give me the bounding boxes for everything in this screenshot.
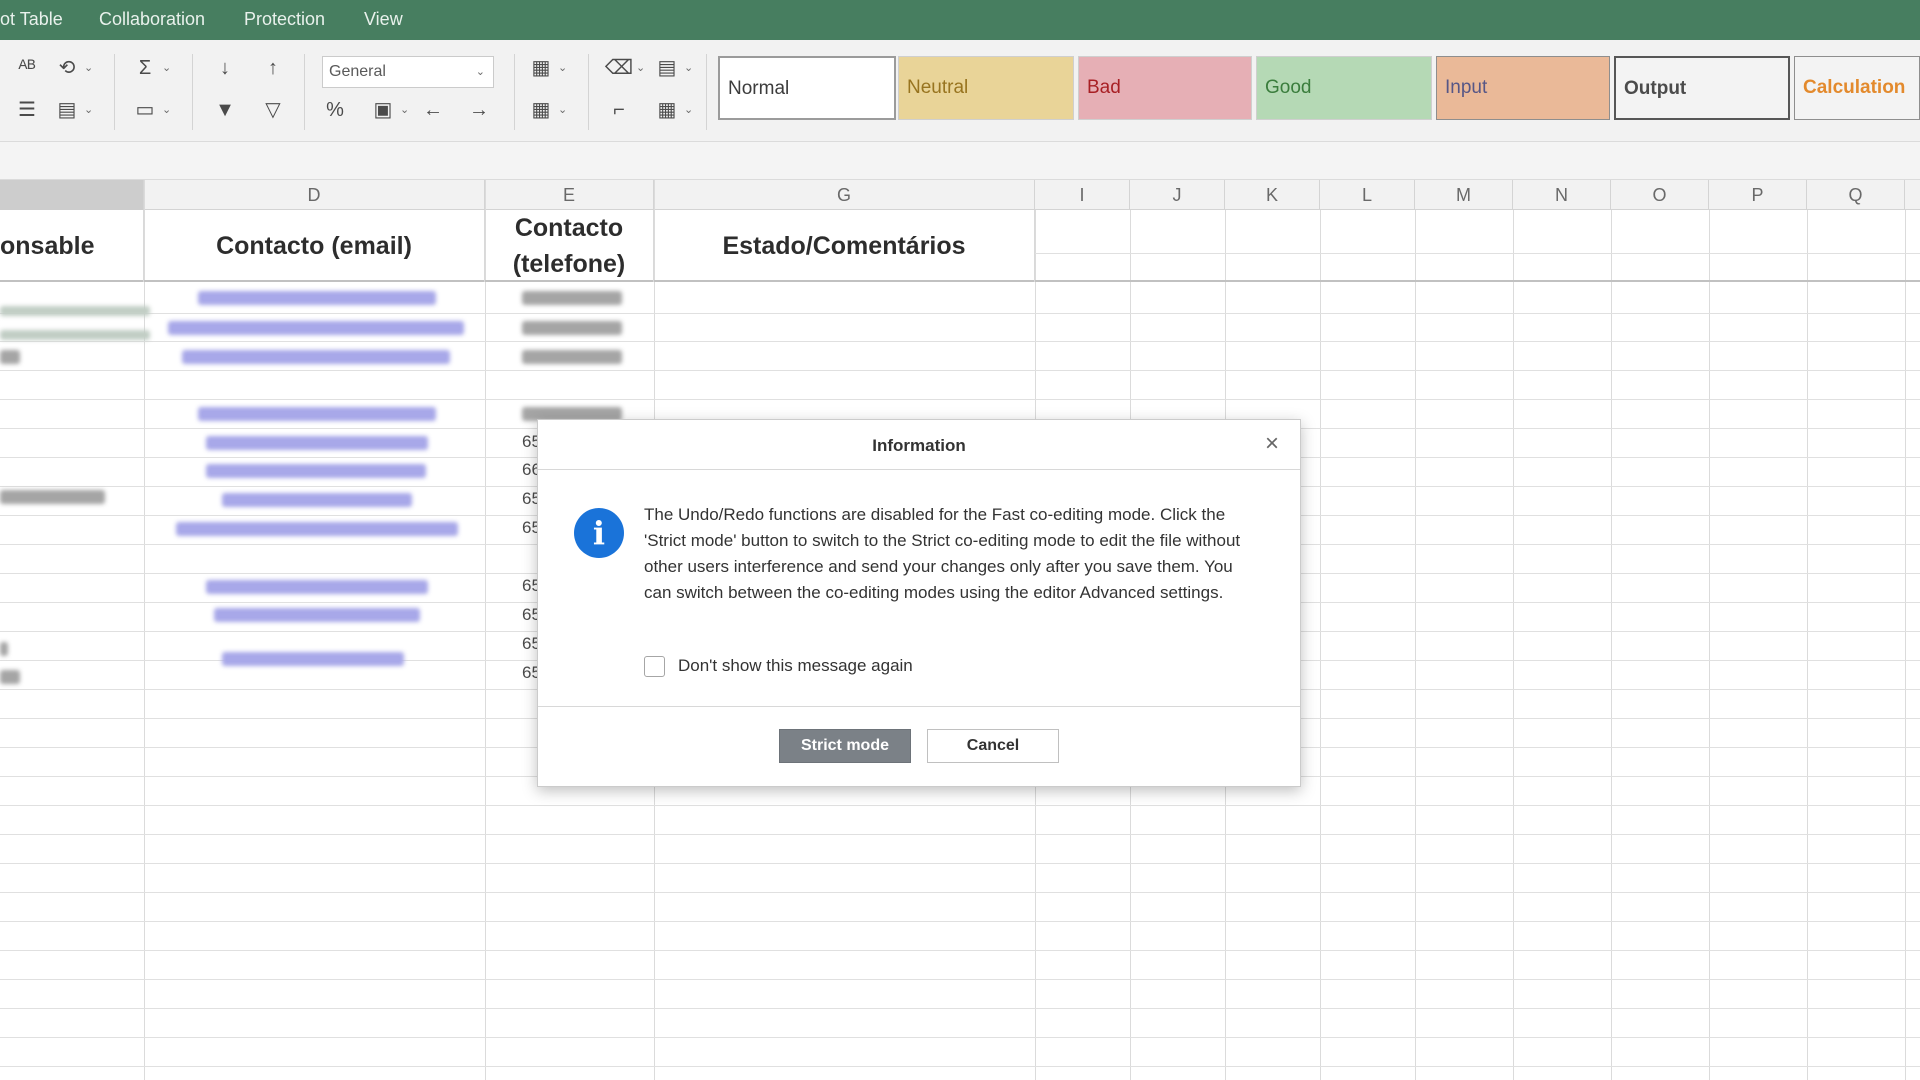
info-icon: i <box>574 508 624 558</box>
dont-show-again-label[interactable]: Don't show this message again <box>678 656 913 676</box>
dialog-message: The Undo/Redo functions are disabled for… <box>644 505 1241 602</box>
dont-show-again-checkbox[interactable] <box>644 655 665 677</box>
cancel-button[interactable]: Cancel <box>927 729 1059 763</box>
close-icon[interactable]: × <box>1260 432 1284 456</box>
dialog-title: Information <box>872 436 966 455</box>
information-dialog: Information × i The Undo/Redo functions … <box>537 419 1301 787</box>
dialog-header: Information × <box>538 420 1300 470</box>
strict-mode-button[interactable]: Strict mode <box>779 729 911 763</box>
dont-show-again-row[interactable]: Don't show this message again <box>644 654 913 678</box>
dialog-divider <box>538 706 1300 707</box>
